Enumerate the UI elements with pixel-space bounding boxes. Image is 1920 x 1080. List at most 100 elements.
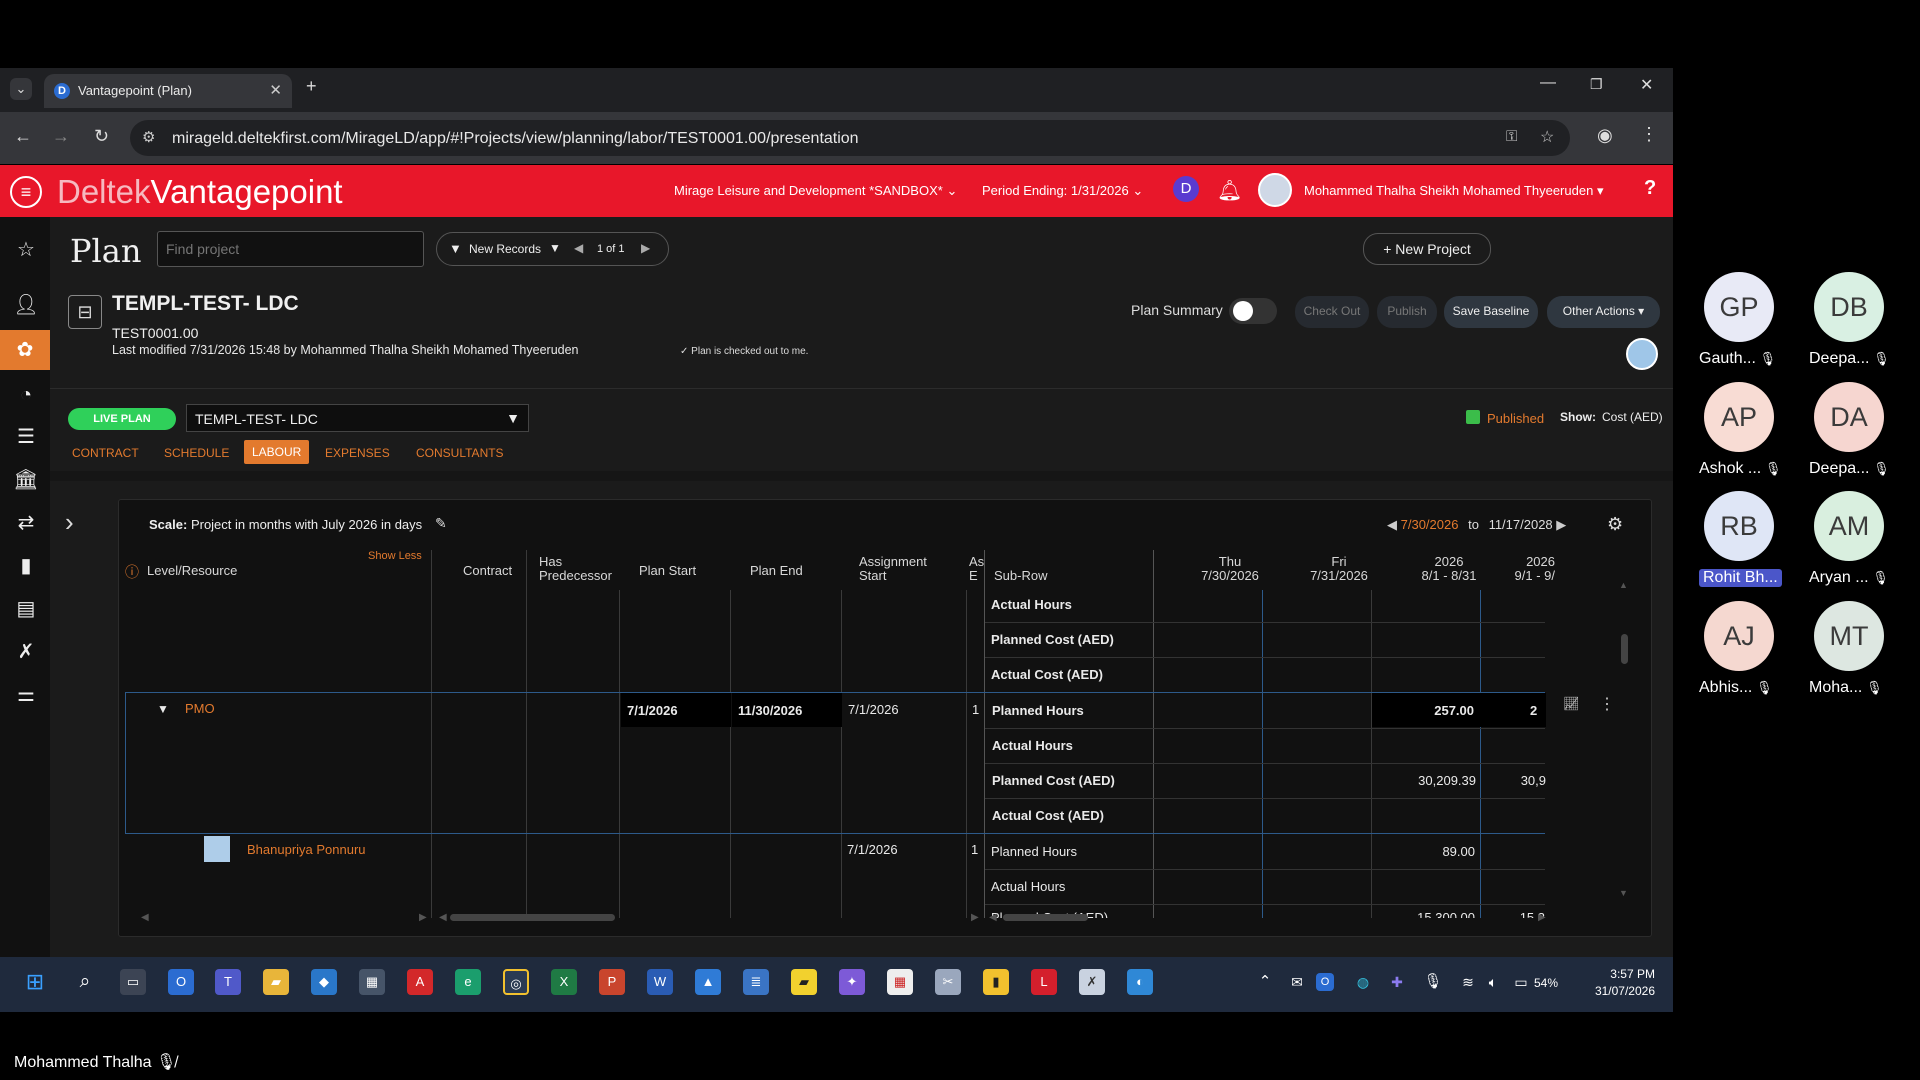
- participant-avatar[interactable]: DB: [1814, 272, 1884, 342]
- notepad-icon[interactable]: ≣: [743, 969, 769, 995]
- sync-icon[interactable]: ◍: [1350, 969, 1376, 995]
- col-as[interactable]: As: [969, 554, 984, 569]
- app-l-icon[interactable]: L: [1031, 969, 1057, 995]
- horizontal-scrollbar[interactable]: [1003, 914, 1088, 921]
- edge-icon[interactable]: e: [455, 969, 481, 995]
- dashboard-gauge-icon[interactable]: ◔: [13, 382, 39, 408]
- prev-record-icon[interactable]: ◀: [574, 241, 583, 255]
- col-level-resource[interactable]: Level/Resource: [147, 563, 237, 578]
- pmo-name[interactable]: PMO: [185, 701, 215, 716]
- range-end[interactable]: 11/17/2028: [1489, 517, 1553, 532]
- col-plan-start[interactable]: Plan Start: [639, 563, 696, 578]
- calculator-icon[interactable]: ▦: [359, 969, 385, 995]
- battery-icon[interactable]: ▭: [1508, 969, 1534, 995]
- profile-icon[interactable]: ◉: [1597, 125, 1613, 146]
- photos-icon[interactable]: ▲: [695, 969, 721, 995]
- participant-avatar[interactable]: DA: [1814, 382, 1884, 452]
- deltek-vantagepoint-logo[interactable]: DeltekVantagepoint: [57, 173, 343, 211]
- acrobat-icon[interactable]: A: [407, 969, 433, 995]
- clock-date[interactable]: 31/07/2026: [1580, 984, 1655, 998]
- user-avatar[interactable]: [1258, 173, 1292, 207]
- participant-avatar[interactable]: RB: [1704, 491, 1774, 561]
- plan-start-cell[interactable]: 7/1/2026: [621, 693, 731, 727]
- filter-icon[interactable]: ▼: [449, 241, 462, 256]
- teams-icon[interactable]: T: [215, 969, 241, 995]
- next-record-icon[interactable]: ▶: [641, 241, 650, 255]
- power-bi-icon[interactable]: ▮: [983, 969, 1009, 995]
- col-assignment-1[interactable]: Assignment: [859, 554, 927, 569]
- snipping-icon[interactable]: ✂: [935, 969, 961, 995]
- close-window-icon[interactable]: ✕: [1640, 75, 1653, 95]
- back-icon[interactable]: ←: [14, 126, 32, 147]
- app-icon[interactable]: ◆: [311, 969, 337, 995]
- tab-consultants[interactable]: CONSULTANTS: [416, 446, 504, 460]
- participant-avatar[interactable]: AP: [1704, 382, 1774, 452]
- participant-avatar[interactable]: GP: [1704, 272, 1774, 342]
- word-icon[interactable]: W: [647, 969, 673, 995]
- resource-row[interactable]: Bhanupriya Ponnuru 7/1/2026 1 Planned Ho…: [125, 834, 1545, 918]
- billing-icon[interactable]: ▤: [13, 596, 39, 622]
- col-subrow[interactable]: Sub-Row: [994, 568, 1047, 583]
- company-selector[interactable]: Mirage Leisure and Development *SANDBOX*…: [674, 183, 957, 199]
- col-contract[interactable]: Contract: [463, 563, 512, 578]
- grid-settings-gear-icon[interactable]: ⚙: [1607, 514, 1623, 535]
- sticky-notes-icon[interactable]: ▰: [791, 969, 817, 995]
- chrome-icon[interactable]: ◎: [503, 969, 529, 995]
- copilot-icon[interactable]: ✦: [839, 969, 865, 995]
- bank-icon[interactable]: 🏛︎: [13, 467, 39, 493]
- teams-tray-icon[interactable]: ✚: [1384, 969, 1410, 995]
- app-switcher-avatar[interactable]: D: [1173, 176, 1199, 202]
- bell-icon[interactable]: 🔔︎: [1217, 178, 1242, 203]
- forward-icon[interactable]: →: [52, 126, 70, 147]
- col-predecessor-2[interactable]: Predecessor: [539, 568, 612, 583]
- new-tab-icon[interactable]: +: [306, 76, 317, 97]
- webex-icon[interactable]: ◐: [1127, 969, 1153, 995]
- assign-start-value[interactable]: 7/1/2026: [847, 842, 898, 857]
- participant-avatar[interactable]: MT: [1814, 601, 1884, 671]
- horizontal-scrollbar[interactable]: [450, 914, 615, 921]
- transfer-icon[interactable]: ⇄: [13, 510, 39, 536]
- person-icon[interactable]: 👤︎: [13, 292, 39, 318]
- help-icon[interactable]: ?: [1644, 177, 1656, 200]
- sep-planned-hours-cell[interactable]: 2: [1482, 693, 1546, 727]
- range-prev-icon[interactable]: ◀: [1387, 517, 1397, 532]
- tab-search-icon[interactable]: ⌄: [10, 78, 32, 100]
- vertical-scrollbar[interactable]: [1621, 634, 1628, 664]
- find-project-input[interactable]: [157, 231, 424, 267]
- settings-sliders-icon[interactable]: ⚌: [13, 682, 39, 708]
- browser-tab[interactable]: D Vantagepoint (Plan) ✕: [44, 74, 292, 108]
- store-icon[interactable]: ▦: [887, 969, 913, 995]
- period-selector[interactable]: Period Ending: 1/31/2026 ⌄: [982, 183, 1143, 199]
- gantt-icon[interactable]: ☰: [13, 424, 39, 450]
- publish-button[interactable]: Publish: [1377, 296, 1437, 328]
- assign-start-value[interactable]: 7/1/2026: [848, 702, 899, 717]
- scroll-left-icon[interactable]: ◀: [989, 912, 997, 923]
- scroll-right-icon[interactable]: ▶: [419, 912, 427, 923]
- powerpoint-icon[interactable]: P: [599, 969, 625, 995]
- restore-icon[interactable]: ❐: [1590, 76, 1603, 93]
- resource-name[interactable]: Bhanupriya Ponnuru: [247, 842, 366, 857]
- project-user-avatar[interactable]: [1626, 338, 1658, 370]
- scroll-right-icon[interactable]: ▶: [971, 912, 979, 923]
- scroll-up-icon[interactable]: ▲: [1619, 580, 1628, 590]
- hamburger-menu-icon[interactable]: ≡: [10, 176, 42, 208]
- user-menu[interactable]: Mohammed Thalha Sheikh Mohamed Thyeerude…: [1304, 183, 1603, 199]
- filter-label[interactable]: New Records: [469, 242, 541, 256]
- search-icon[interactable]: ⌕: [72, 969, 98, 995]
- expand-panel-chevron-icon[interactable]: ›: [65, 507, 74, 538]
- wifi-icon[interactable]: ≋: [1455, 969, 1481, 995]
- row-more-icon[interactable]: ⋮: [1599, 694, 1615, 714]
- tab-expenses[interactable]: EXPENSES: [325, 446, 390, 460]
- col-start-2[interactable]: Start: [859, 568, 886, 583]
- scroll-left-icon[interactable]: ◀: [439, 912, 447, 923]
- edit-scale-icon[interactable]: ✎: [435, 515, 447, 532]
- col-plan-end[interactable]: Plan End: [750, 563, 803, 578]
- mic-muted-icon[interactable]: 🎙︎: [1420, 969, 1446, 995]
- aug-planned-hours-cell[interactable]: 257.00: [1372, 693, 1482, 727]
- tray-up-chevron-icon[interactable]: ⌃: [1252, 969, 1278, 995]
- scroll-left-icon[interactable]: ◀: [141, 912, 149, 923]
- range-next-icon[interactable]: ▶: [1556, 517, 1566, 532]
- range-start[interactable]: 7/30/2026: [1401, 517, 1459, 532]
- show-less-link[interactable]: Show Less: [368, 550, 422, 562]
- tab-contract[interactable]: CONTRACT: [72, 446, 139, 460]
